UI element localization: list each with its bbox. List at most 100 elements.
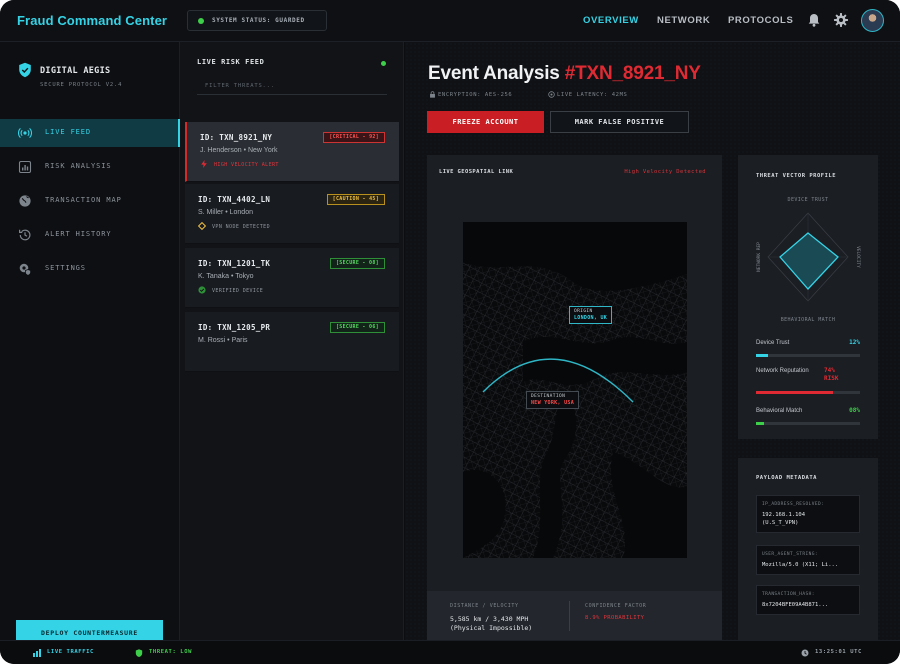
diamond-warning-icon — [198, 222, 206, 230]
sidebar-item-label: ALERT HISTORY — [45, 230, 112, 238]
threat-vector-profile-card: THREAT VECTOR PROFILE DEVICE TRUST BEHAV… — [738, 155, 878, 439]
city-map[interactable]: ORIGIN LONDON, UK DESTINATION NEW YORK, … — [463, 222, 687, 558]
payload-key: USER_AGENT_STRING: — [762, 552, 818, 557]
confidence-value: 8.9% PROBABILITY — [585, 615, 645, 621]
sidebar-item-label: LIVE FEED — [45, 128, 92, 136]
app-window: Fraud Command Center SYSTEM STATUS: GUAR… — [0, 0, 900, 664]
bolt-icon — [201, 160, 207, 168]
latency-text: LIVE LATENCY: 42MS — [557, 92, 628, 98]
event-title: Event Analysis #TXN_8921_NY — [428, 63, 701, 85]
clock-icon — [801, 649, 809, 657]
payload-entry-ip[interactable]: IP_ADDRESS_RESOLVED: 192.168.1.104 (U.S_T… — [756, 495, 860, 533]
distance-value: 5,585 km / 3,430 MPH (Physical Impossibl… — [450, 615, 532, 633]
payload-value: 192.168.1.104 (U.S_T_VPN) — [762, 511, 805, 527]
feed-card-person: J. Henderson • New York — [200, 147, 278, 154]
threat-level-text: THREAT: LOW — [149, 649, 193, 655]
feed-card-note: VPN NODE DETECTED — [212, 224, 270, 230]
radar-axis-right: VELOCITY — [855, 246, 861, 268]
feed-card-txn-4402[interactable]: ID: TXN_4402_LN [CAUTION - 45] S. Miller… — [185, 184, 399, 244]
origin-label: ORIGIN — [574, 309, 593, 314]
metric-value-percent: 74% — [824, 367, 835, 374]
sidebar-item-live-feed[interactable]: LIVE FEED — [0, 119, 180, 147]
payload-entry-user-agent[interactable]: USER_AGENT_STRING: Mozilla/5.0 (X11; Li.… — [756, 545, 860, 575]
confidence-label: CONFIDENCE FACTOR — [585, 603, 647, 609]
event-transaction-id: #TXN_8921_NY — [564, 63, 701, 84]
city-map-graphic — [463, 222, 687, 558]
metric-bar — [756, 354, 860, 357]
live-traffic-text: LIVE TRAFFIC — [47, 649, 94, 655]
metric-bar — [756, 422, 860, 425]
broadcast-icon — [18, 128, 32, 138]
sidebar-item-transaction-map[interactable]: TRANSACTION MAP — [0, 187, 180, 215]
payload-value-line: 192.168.1.104 — [762, 512, 806, 518]
sidebar-item-risk-analysis[interactable]: RISK ANALYSIS — [0, 153, 180, 181]
feed-card-txn-1205[interactable]: ID: TXN_1205_PR [SECURE - 06] M. Rossi •… — [185, 312, 399, 372]
globe-icon — [19, 195, 31, 207]
bell-icon[interactable] — [806, 12, 822, 28]
payload-metadata-card: PAYLOAD METADATA IP_ADDRESS_RESOLVED: 19… — [738, 458, 878, 640]
distance-value-line: 5,585 km / 3,430 MPH — [450, 615, 529, 623]
event-analysis-main: Event Analysis #TXN_8921_NY ENCRYPTION: … — [405, 42, 900, 640]
chart-icon — [18, 160, 32, 174]
nav-protocols[interactable]: PROTOCOLS — [728, 15, 793, 26]
payload-title: PAYLOAD METADATA — [756, 475, 817, 481]
feed-card-id: ID: TXN_1201_TK — [198, 259, 271, 268]
metric-bar-fill — [756, 422, 765, 425]
live-indicator-icon — [381, 61, 386, 66]
gear-shield-icon — [19, 263, 31, 276]
payload-value-line: (U.S_T_VPN) — [762, 520, 799, 526]
mark-false-positive-button[interactable]: MARK FALSE POSITIVE — [550, 111, 689, 133]
payload-entry-hash[interactable]: TRANSACTION_HASH: 8x7204BFE09A4B871... — [756, 585, 860, 615]
status-dot-icon — [198, 18, 204, 24]
footer-divider — [569, 601, 570, 631]
status-bar: LIVE TRAFFIC THREAT: LOW 13:25:01 UTC — [0, 640, 900, 664]
distance-label: DISTANCE / VELOCITY — [450, 603, 519, 609]
filter-threats-input[interactable]: FILTER THREATS... — [197, 79, 387, 95]
metric-bar — [756, 391, 860, 394]
gear-icon[interactable] — [833, 12, 849, 28]
metric-value: 74% RISK — [824, 367, 838, 383]
distance-note-line: (Physical Impossible) — [450, 624, 533, 632]
shield-check-icon — [135, 649, 143, 657]
app-title: Fraud Command Center — [17, 13, 168, 28]
nav-network[interactable]: NETWORK — [657, 15, 710, 26]
sidebar-item-alert-history[interactable]: ALERT HISTORY — [0, 221, 180, 249]
feed-card-note: HIGH VELOCITY ALERT — [214, 162, 279, 168]
destination-label: DESTINATION — [531, 394, 566, 399]
sidebar-item-label: SETTINGS — [45, 264, 86, 272]
live-risk-feed-panel: LIVE RISK FEED FILTER THREATS... ID: TXN… — [180, 42, 404, 640]
risk-badge: [CRITICAL - 92] — [323, 132, 385, 143]
utc-clock: 13:25:01 UTC — [815, 649, 862, 655]
sidebar-item-label: TRANSACTION MAP — [45, 196, 122, 204]
signal-icon — [548, 91, 555, 98]
metric-value: 08% — [849, 407, 860, 414]
nav-overview[interactable]: OVERVIEW — [583, 15, 639, 26]
destination-marker[interactable]: DESTINATION NEW YORK, USA — [526, 391, 580, 409]
freeze-account-button[interactable]: FREEZE ACCOUNT — [427, 111, 544, 133]
feed-card-txn-8921[interactable]: ID: TXN_8921_NY [CRITICAL - 92] J. Hende… — [185, 122, 399, 182]
threat-profile-title: THREAT VECTOR PROFILE — [756, 173, 837, 179]
sidebar-item-label: RISK ANALYSIS — [45, 162, 112, 170]
radar-axis-left: NETWORK REP — [756, 242, 762, 272]
risk-badge: [SECURE - 06] — [329, 322, 385, 333]
feed-title: LIVE RISK FEED — [197, 58, 265, 66]
sidebar-item-settings[interactable]: SETTINGS — [0, 255, 180, 283]
sidebar-subtitle: SECURE PROTOCOL V2.4 — [40, 82, 123, 88]
user-avatar[interactable] — [861, 9, 884, 32]
feed-card-txn-1201[interactable]: ID: TXN_1201_TK [SECURE - 08] K. Tanaka … — [185, 248, 399, 308]
latency-info: LIVE LATENCY: 42MS — [548, 91, 628, 98]
radar-axis-bottom: BEHAVIORAL MATCH — [781, 317, 836, 323]
deploy-countermeasure-button[interactable]: DEPLOY COUNTERMEASURE — [16, 620, 163, 642]
origin-marker[interactable]: ORIGIN LONDON, UK — [569, 306, 613, 324]
radar-chart: DEVICE TRUST BEHAVIORAL MATCH NETWORK RE… — [756, 197, 861, 323]
feed-card-id: ID: TXN_8921_NY — [200, 133, 273, 142]
event-title-prefix: Event Analysis — [428, 63, 565, 84]
feed-card-id: ID: TXN_4402_LN — [198, 195, 271, 204]
metric-bar-fill — [756, 391, 833, 394]
velocity-warning: High Velocity Detected — [624, 169, 706, 175]
check-circle-icon — [198, 286, 206, 294]
traffic-icon — [33, 649, 41, 657]
geospatial-title: LIVE GEOSPATIAL LINK — [439, 169, 514, 175]
encryption-text: ENCRYPTION: AES-256 — [438, 92, 513, 98]
destination-city: NEW YORK, USA — [531, 400, 575, 406]
